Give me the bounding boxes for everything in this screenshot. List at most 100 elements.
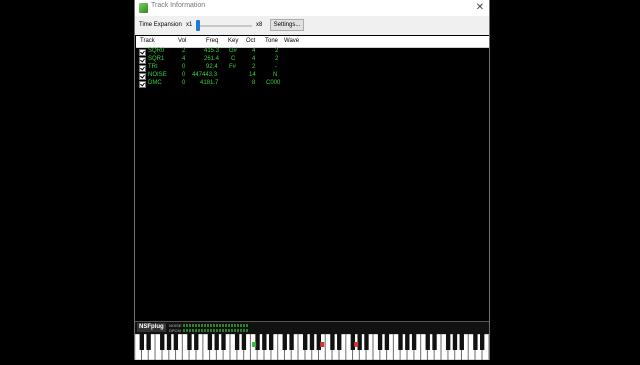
track-oct: 4: [252, 48, 256, 54]
piano-black-key: [214, 334, 219, 350]
piano-black-key: [146, 334, 151, 350]
track-information-window: Track Information ✕ Time Expansion x1 x8…: [134, 0, 490, 361]
track-key: C: [231, 56, 236, 62]
piano-black-key: [398, 334, 403, 350]
track-key: G#: [229, 48, 238, 54]
time-expansion-label: Time Expansion: [139, 22, 182, 28]
column-track[interactable]: Track: [140, 38, 155, 44]
piano-black-key: [377, 334, 383, 350]
piano-black-key: [411, 334, 417, 350]
track-oct: 14: [249, 72, 256, 78]
piano-black-key: [432, 334, 437, 350]
piano-black-key: [289, 334, 294, 350]
track-key: F#: [229, 64, 237, 70]
track-vol: 0: [182, 80, 186, 86]
active-note-marker: [252, 342, 257, 347]
track-vol: 2: [182, 48, 186, 54]
column-oct[interactable]: Oct: [246, 38, 255, 44]
piano-keys: [134, 333, 489, 361]
toolbar: Time Expansion x1 x8 Settings...: [135, 16, 489, 35]
track-vol: 4: [182, 56, 186, 62]
track-name: DMC: [148, 80, 162, 86]
table-row: DMC 0 4181.7 8 C000: [136, 80, 489, 88]
piano-black-key: [160, 334, 165, 350]
piano-black-key: [282, 334, 287, 350]
slider-min-label: x1: [186, 22, 193, 28]
piano-black-key: [480, 334, 485, 350]
noise-meter: [183, 324, 249, 327]
piano-black-key: [262, 334, 267, 350]
settings-button[interactable]: Settings...: [270, 19, 304, 31]
status-strip: NSFplug NOISE DPCM: [135, 321, 489, 334]
dpcm-meter-label: DPCM: [169, 328, 181, 333]
track-freq: 4181.7: [200, 80, 219, 86]
piano-black-key: [473, 334, 478, 350]
close-button[interactable]: ✕: [473, 0, 487, 16]
track-name: NOISE: [148, 72, 167, 78]
slider-max-label: x8: [256, 22, 263, 28]
piano-black-key: [207, 334, 213, 350]
track-tone: C000: [266, 80, 281, 86]
active-note-marker: [354, 342, 359, 347]
piano-black-key: [405, 334, 410, 350]
track-table: SQR0 2 415.3 G# 4 2 SQR1 4 261.4 C 4 2 T…: [136, 48, 489, 88]
table-row: TRI 0 92.4 F# 2 -: [136, 64, 489, 72]
track-tone: 2: [275, 56, 279, 62]
track-checkbox[interactable]: [139, 49, 146, 56]
piano-keyboard: [134, 333, 489, 361]
track-vol: 0: [182, 72, 186, 78]
piano-black-key: [384, 334, 390, 350]
piano-black-key: [234, 334, 240, 350]
piano-black-key: [445, 334, 451, 350]
column-tone[interactable]: Tone: [265, 38, 278, 44]
piano-black-key: [194, 334, 199, 350]
table-header: Track Vol Freq Key Oct Tone Wave: [136, 36, 489, 48]
window-title: Track Information: [151, 2, 206, 9]
table-row: SQR0 2 415.3 G# 4 2: [136, 48, 489, 56]
piano-black-key: [139, 334, 144, 350]
piano-black-key: [425, 334, 430, 350]
piano-black-key: [221, 334, 226, 350]
piano-black-key: [330, 334, 335, 350]
piano-black-key: [173, 334, 179, 350]
piano-black-key: [309, 334, 315, 350]
column-vol[interactable]: Vol: [178, 38, 186, 44]
piano-black-key: [166, 334, 172, 350]
piano-black-key: [241, 334, 247, 350]
column-key[interactable]: Key: [228, 38, 238, 44]
piano-black-key: [459, 334, 464, 350]
track-oct: 8: [252, 80, 256, 86]
track-name: TRI: [148, 64, 158, 70]
column-freq[interactable]: Freq: [206, 38, 218, 44]
slider-thumb[interactable]: [196, 20, 200, 31]
track-checkbox[interactable]: [139, 65, 146, 72]
track-freq: 261.4: [204, 56, 220, 62]
table-row: SQR1 4 261.4 C 4 2: [136, 56, 489, 64]
piano-black-key: [452, 334, 458, 350]
table-row: NOISE 0 447443.3 14 N: [136, 72, 489, 80]
track-freq: 447443.3: [192, 72, 218, 78]
app-icon: [139, 3, 148, 13]
piano-black-key: [303, 334, 308, 350]
track-checkbox[interactable]: [139, 57, 146, 64]
piano-black-key: [337, 334, 342, 350]
track-oct: 4: [252, 56, 256, 62]
track-name: SQR0: [148, 48, 165, 54]
piano-black-key: [364, 334, 369, 350]
piano-black-key: [187, 334, 192, 350]
track-freq: 415.3: [204, 48, 220, 54]
track-vol: 0: [182, 64, 186, 70]
track-oct: 2: [252, 64, 256, 70]
title-bar[interactable]: Track Information ✕: [135, 0, 489, 17]
dpcm-meter: [183, 329, 249, 332]
track-tone: -: [275, 64, 277, 70]
nsfplug-logo: NSFplug: [137, 323, 166, 332]
track-freq: 92.4: [206, 64, 218, 70]
active-note-marker: [320, 342, 325, 347]
track-tone: 2: [275, 48, 279, 54]
track-checkbox[interactable]: [139, 73, 146, 80]
time-expansion-slider[interactable]: [200, 25, 252, 27]
column-wave[interactable]: Wave: [284, 38, 299, 44]
piano-black-key: [268, 334, 274, 350]
track-checkbox[interactable]: [139, 81, 146, 88]
